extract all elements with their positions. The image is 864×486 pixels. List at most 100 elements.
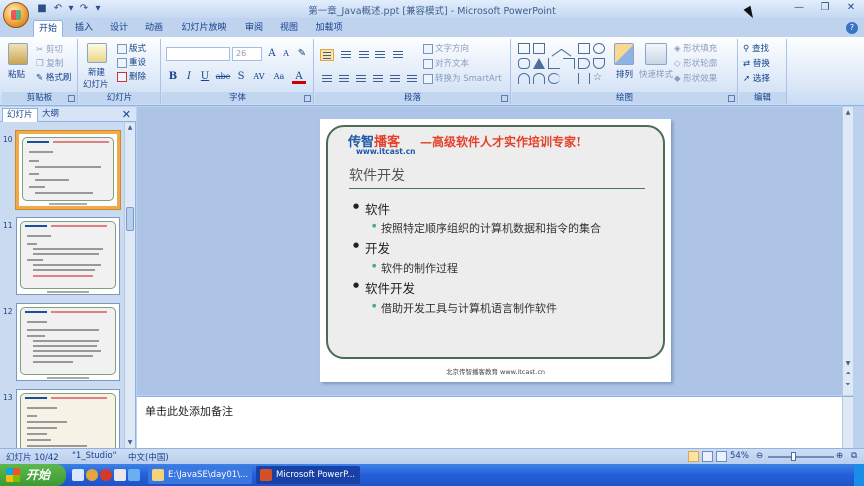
shape-brace-icon[interactable] [578,73,590,84]
bullet-item[interactable]: 软件开发 [353,278,415,297]
shape-triangle-icon[interactable] [533,58,545,69]
tab-animation[interactable]: 动画 [140,20,168,37]
shape-textbox-v-icon[interactable] [533,43,545,54]
align-left-icon[interactable] [320,73,334,85]
shape-freeform-icon[interactable] [548,73,560,84]
shadow-button[interactable]: S [234,70,248,84]
arrange-icon[interactable] [614,43,634,65]
slide-thumbnail[interactable] [16,389,120,448]
shape-star-icon[interactable]: ☆ [593,73,605,84]
smartart-button[interactable]: 转换为 SmartArt [423,72,502,84]
delete-slide-button[interactable]: 删除 [117,70,146,82]
tab-outline-panel[interactable]: 大纲 [38,108,63,122]
layout-button[interactable]: 版式 [117,42,146,54]
shape-oval-icon[interactable] [593,43,605,54]
taskbar-item-powerpoint[interactable]: Microsoft PowerP... [256,466,360,484]
zoom-level[interactable]: 54% [730,451,749,461]
font-size-box[interactable]: 26 [232,47,262,61]
paste-icon[interactable] [8,43,28,65]
scroll-down-icon[interactable]: ▼ [844,359,852,368]
change-case-button[interactable]: Aa [270,70,288,84]
new-slide-button-2[interactable]: 幻灯片 [83,78,109,90]
clipboard-launcher-icon[interactable] [68,95,75,102]
grow-font-icon[interactable]: A [265,47,279,61]
zoom-slider[interactable] [768,456,834,458]
shape-block-arrow-icon[interactable] [578,58,590,69]
thumbnails-scrollbar[interactable]: ▲ ▼ [124,123,135,448]
char-spacing-button[interactable]: AV [250,70,268,84]
increase-indent-icon[interactable] [373,49,387,61]
minimize-icon[interactable]: — [786,0,812,16]
underline-button[interactable]: U [198,70,212,84]
font-launcher-icon[interactable] [304,95,311,102]
select-button[interactable]: ➚ 选择 [743,72,770,84]
font-color-icon[interactable]: A [292,70,306,84]
start-button[interactable]: 开始 [0,464,66,486]
scroll-thumb[interactable] [126,207,134,231]
shape-line-icon[interactable] [545,40,563,57]
shape-fill-button[interactable]: ◈ 形状填充 [674,42,717,54]
tab-home[interactable]: 开始 [33,20,63,37]
bullet-item[interactable]: 开发 [353,238,390,257]
tab-review[interactable]: 审阅 [240,20,268,37]
justify-icon[interactable] [371,73,385,85]
quicklaunch-app-icon[interactable] [72,469,84,481]
new-slide-button[interactable]: 新建 [88,66,105,78]
drawing-launcher-icon[interactable] [728,95,735,102]
shape-rect-icon[interactable] [578,43,590,54]
slide-sorter-icon[interactable] [702,451,713,462]
clear-format-icon[interactable]: ✎ [295,47,309,61]
notes-pane[interactable]: 单击此处添加备注 [137,396,853,449]
shape-effects-button[interactable]: ◆ 形状效果 [674,72,717,84]
bold-button[interactable]: B [166,70,180,84]
quick-styles-button[interactable]: 快速样式 [639,68,673,80]
tab-addins[interactable]: 加载项 [310,20,348,37]
find-button[interactable]: ⚲ 查找 [743,42,769,54]
tab-view[interactable]: 视图 [275,20,303,37]
new-slide-icon[interactable] [87,43,107,63]
paste-button[interactable]: 粘贴 [8,68,25,80]
scroll-up-icon[interactable]: ▲ [844,108,852,117]
next-slide-icon[interactable]: ⏷ [844,380,852,389]
tab-design[interactable]: 设计 [105,20,133,37]
fit-window-icon[interactable]: ⧉ [851,451,857,461]
align-text-button[interactable]: 对齐文本 [423,57,469,69]
replace-button[interactable]: ⇄ 替换 [743,57,770,69]
quicklaunch-app-icon[interactable] [100,469,112,481]
current-slide[interactable]: 传智播客 www.itcast.cn —高级软件人才实作培训专家! 软件开发 软… [320,119,671,382]
help-icon[interactable]: ? [846,22,858,34]
panel-close-icon[interactable]: ✕ [122,108,131,121]
slideshow-view-icon[interactable] [716,451,727,462]
line-spacing-icon[interactable] [391,49,405,61]
quicklaunch-app-icon[interactable] [86,469,98,481]
zoom-out-icon[interactable]: ⊖ [756,451,763,461]
tab-slideshow[interactable]: 幻灯片放映 [175,20,233,37]
normal-view-icon[interactable] [688,451,699,462]
zoom-in-icon[interactable]: ⊕ [836,451,843,461]
arrange-button[interactable]: 排列 [616,68,633,80]
shape-arrow-icon[interactable] [560,40,578,57]
sub-bullet-item[interactable]: 按照特定顺序组织的计算机数据和指令的集合 [372,220,601,236]
font-name-box[interactable] [166,47,230,61]
bullets-icon[interactable] [320,49,334,61]
shape-outline-button[interactable]: ◇ 形状轮廓 [674,57,717,69]
shape-roundrect-icon[interactable] [518,58,530,69]
close-icon[interactable]: ✕ [838,0,864,16]
sub-bullet-item[interactable]: 软件的制作过程 [372,260,458,276]
editor-scrollbar[interactable]: ▲ ▼ ⏶ ⏷ [842,107,853,395]
shape-curve-icon[interactable] [518,73,530,84]
maximize-icon[interactable]: ❐ [812,0,838,16]
copy-button[interactable]: ❐ 复制 [36,57,63,69]
shape-connector-icon[interactable] [548,58,560,69]
office-button[interactable] [3,2,29,28]
slide-title[interactable]: 软件开发 [349,165,405,185]
previous-slide-icon[interactable]: ⏶ [844,369,852,378]
language-status[interactable]: 中文(中国) [128,451,169,463]
tab-insert[interactable]: 插入 [70,20,98,37]
quicklaunch-app-icon[interactable] [128,469,140,481]
scroll-up-icon[interactable]: ▲ [126,124,134,132]
quick-styles-icon[interactable] [645,43,667,65]
cut-button[interactable]: ✂ 剪切 [36,43,63,55]
italic-button[interactable]: I [182,70,196,84]
reset-button[interactable]: 重设 [117,56,146,68]
